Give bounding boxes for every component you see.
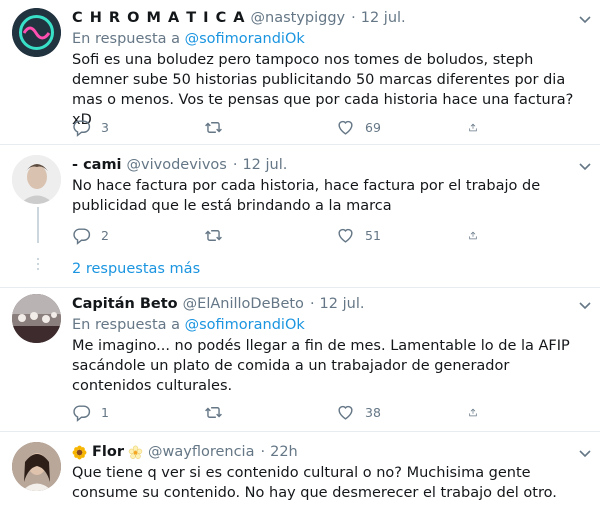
share-button[interactable]: [468, 117, 488, 137]
tweet-text: No hace factura por cada historia, hace …: [72, 178, 541, 214]
separator: ·: [351, 10, 356, 26]
reply-prefix: En respuesta a: [72, 31, 181, 47]
tweet-actions: 3 69: [72, 117, 512, 137]
avatar[interactable]: [12, 155, 61, 204]
tweet-header: C H R O M A T I C A @nastypiggy · 12 jul…: [72, 8, 590, 28]
thread-line: [37, 207, 39, 243]
avatar[interactable]: [12, 442, 61, 491]
reply-button[interactable]: 3: [72, 117, 204, 137]
reply-button[interactable]: 1: [72, 402, 204, 422]
chevron-down-icon[interactable]: [578, 298, 592, 312]
username[interactable]: @nastypiggy: [251, 10, 346, 26]
reply-icon: [73, 119, 91, 137]
share-button[interactable]: [468, 402, 488, 422]
display-name[interactable]: Capitán Beto: [72, 296, 178, 312]
display-name[interactable]: - cami: [72, 157, 122, 173]
share-button[interactable]: [468, 225, 488, 245]
username[interactable]: @ElAnilloDeBeto: [183, 296, 304, 312]
retweet-button[interactable]: [204, 402, 336, 422]
reply-icon: [73, 227, 91, 245]
separator: ·: [309, 296, 315, 312]
retweet-button[interactable]: [204, 225, 336, 245]
thread-dots: [36, 258, 40, 273]
timestamp[interactable]: 12 jul.: [320, 296, 365, 312]
tweet-header: Flor @wayflorencia · 22h: [72, 442, 590, 462]
reply-icon: [73, 404, 91, 422]
chevron-down-icon[interactable]: [578, 446, 592, 460]
timestamp[interactable]: 12 jul.: [242, 157, 287, 173]
tweet-actions: 1 38: [72, 402, 512, 422]
share-icon: [469, 231, 477, 239]
reply-count: 3: [101, 119, 109, 135]
tweet-header: Capitán Beto @ElAnilloDeBeto · 12 jul.: [72, 294, 590, 314]
reply-prefix: En respuesta a: [72, 317, 181, 333]
like-button[interactable]: 51: [336, 225, 468, 245]
username[interactable]: @vivodevivos: [127, 157, 227, 173]
reply-count: 1: [101, 404, 109, 420]
retweet-icon: [205, 406, 222, 418]
tweet-text: Me imagino... no podés llegar a fin de m…: [72, 338, 570, 394]
tweet-header: - cami @vivodevivos · 12 jul.: [72, 155, 590, 175]
avatar[interactable]: [12, 8, 61, 57]
timestamp[interactable]: 22h: [270, 444, 298, 460]
separator: ·: [232, 157, 238, 173]
like-count: 51: [365, 227, 381, 243]
tweet-actions: 2 51: [72, 225, 512, 245]
retweet-button[interactable]: [204, 117, 336, 137]
reply-handle-link[interactable]: @sofimorandiOk: [185, 317, 305, 333]
tweet-chromatica[interactable]: C H R O M A T I C A @nastypiggy · 12 jul…: [0, 0, 600, 143]
like-icon: [338, 405, 353, 420]
timestamp[interactable]: 12 jul.: [361, 10, 406, 26]
share-icon: [469, 123, 477, 131]
like-icon: [338, 228, 353, 243]
separator: ·: [260, 444, 266, 460]
display-name[interactable]: Flor: [92, 444, 124, 460]
like-count: 38: [365, 404, 381, 420]
retweet-icon: [205, 121, 222, 133]
tweet-cami[interactable]: - cami @vivodevivos · 12 jul. No hace fa…: [0, 145, 600, 250]
reply-handle-link[interactable]: @sofimorandiOk: [185, 31, 305, 47]
chevron-down-icon[interactable]: [578, 159, 592, 173]
like-count: 69: [365, 119, 381, 135]
sunflower-emoji: [72, 445, 87, 459]
reply-context: En respuesta a @sofimorandiOk: [72, 315, 590, 335]
reply-context: En respuesta a @sofimorandiOk: [72, 29, 590, 49]
show-more-replies-link[interactable]: 2 respuestas más: [72, 259, 200, 279]
display-name[interactable]: C H R O M A T I C A: [72, 10, 246, 26]
username[interactable]: @wayflorencia: [148, 444, 254, 460]
chevron-down-icon[interactable]: [578, 12, 592, 26]
share-icon: [469, 408, 477, 416]
reply-count: 2: [101, 227, 109, 243]
like-button[interactable]: 69: [336, 117, 468, 137]
blossom-emoji: [128, 445, 143, 459]
reply-button[interactable]: 2: [72, 225, 204, 245]
tweet-capitan-beto[interactable]: Capitán Beto @ElAnilloDeBeto · 12 jul. E…: [0, 288, 600, 431]
tweet-flor[interactable]: Flor @wayflorencia · 22h Que tiene q ver…: [0, 432, 600, 509]
like-button[interactable]: 38: [336, 402, 468, 422]
avatar[interactable]: [12, 294, 61, 343]
like-icon: [338, 120, 353, 135]
tweet-text: Que tiene q ver si es contenido cultural…: [72, 465, 557, 501]
retweet-icon: [205, 229, 222, 241]
